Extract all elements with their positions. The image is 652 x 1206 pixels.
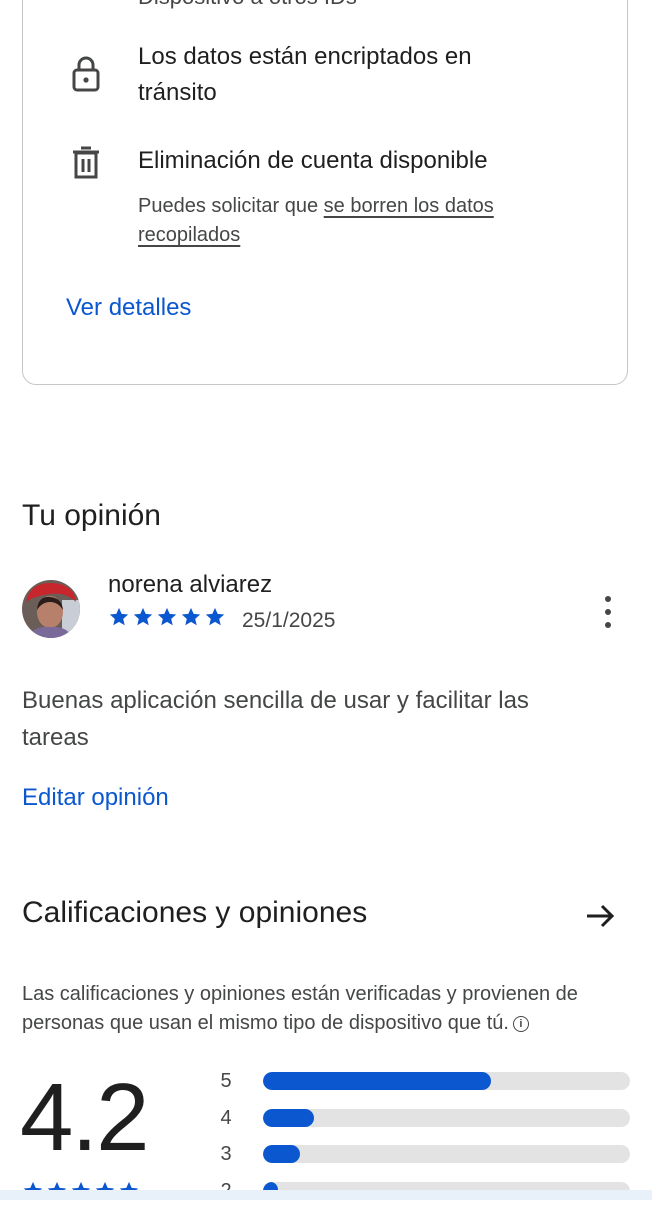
see-details-link[interactable]: Ver detalles xyxy=(66,294,191,322)
rating-bar-label: 5 xyxy=(220,1070,232,1092)
edit-review-link[interactable]: Editar opinión xyxy=(22,784,169,812)
star-icon xyxy=(181,607,201,626)
encryption-title: Los datos están encriptados en tránsito xyxy=(138,43,472,106)
star-icon xyxy=(205,607,225,626)
rating-bar-fill xyxy=(263,1072,491,1090)
more-options-icon[interactable] xyxy=(594,594,622,630)
account-deletion-subtitle: Puedes solicitar que se borren los datos… xyxy=(138,192,558,250)
review-star-rating xyxy=(108,606,226,628)
review-date: 25/1/2025 xyxy=(242,609,336,632)
ratings-heading[interactable]: Calificaciones y opiniones xyxy=(22,896,367,930)
rating-bar-track xyxy=(263,1145,630,1163)
avatar xyxy=(22,580,80,638)
trash-icon xyxy=(68,142,104,182)
star-icon xyxy=(109,607,129,626)
arrow-right-icon[interactable] xyxy=(580,896,620,936)
info-icon[interactable]: i xyxy=(512,1015,529,1032)
lock-icon xyxy=(68,54,104,94)
rating-bar-track xyxy=(263,1108,630,1127)
star-icon xyxy=(133,607,153,626)
rating-bar-label: 4 xyxy=(220,1106,232,1129)
rating-bar-track xyxy=(263,1072,630,1090)
review-text: Buenas aplicación sencilla de usar y fac… xyxy=(22,687,529,751)
account-deletion-title: Eliminación de cuenta disponible xyxy=(138,147,488,174)
rating-bar-row: 3 xyxy=(218,1139,630,1169)
bottom-navigation-edge xyxy=(0,1190,652,1200)
ratings-verified-text-body: Las calificaciones y opiniones están ver… xyxy=(22,983,578,1034)
rating-bar-fill xyxy=(263,1108,315,1127)
your-review-heading: Tu opinión xyxy=(22,499,161,532)
star-icon xyxy=(157,607,177,626)
data-safety-cut-line: Dispositivo a otros IDs xyxy=(138,0,357,10)
reviewer-name: norena alviarez xyxy=(108,571,273,598)
rating-bar-row: 4 xyxy=(218,1103,630,1133)
account-deletion-subtitle-text: Puedes solicitar que xyxy=(138,195,324,217)
rating-bar-label: 3 xyxy=(220,1143,232,1165)
ratings-verified-text: Las calificaciones y opiniones están ver… xyxy=(22,980,622,1038)
rating-bar-fill xyxy=(263,1145,300,1163)
rating-bar-row: 5 xyxy=(218,1066,630,1096)
average-rating: 4.2 xyxy=(20,1064,149,1171)
